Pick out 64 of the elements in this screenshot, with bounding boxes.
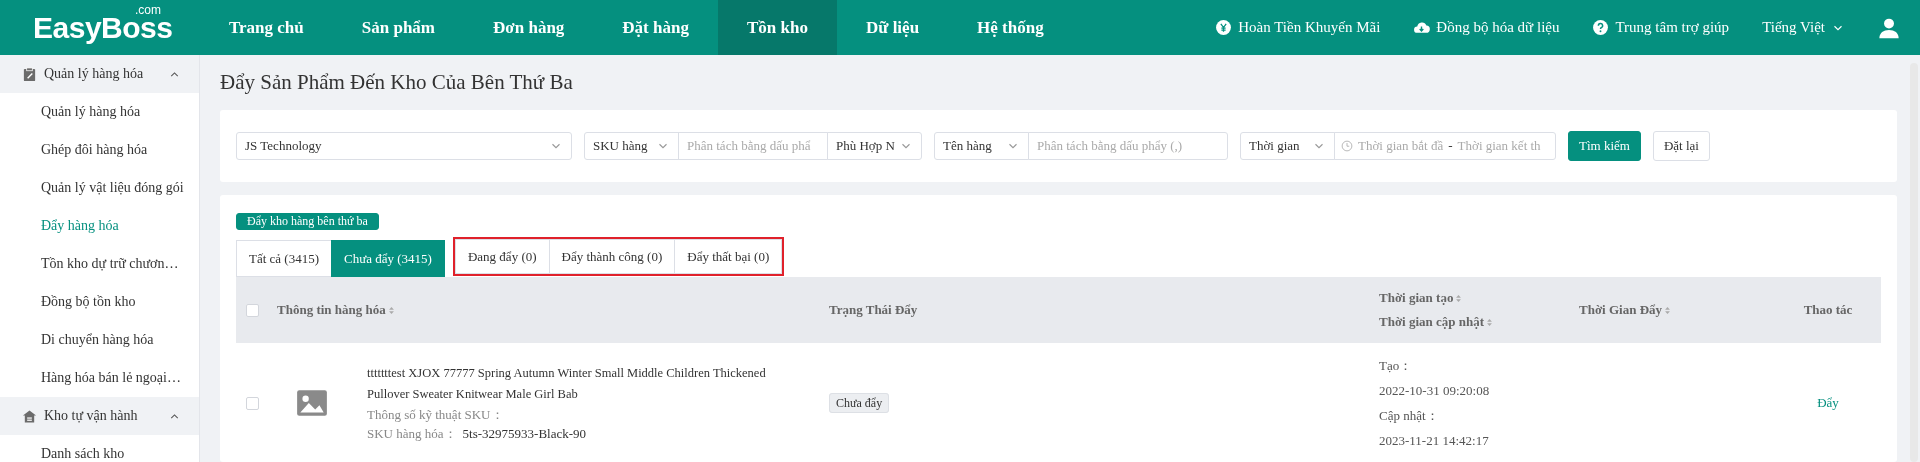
column-header: Thời Gian Đẩy [1579, 302, 1663, 318]
sidebar-group[interactable]: Kho tự vận hành [0, 397, 199, 435]
nav-tab[interactable]: Dữ liệu [836, 0, 949, 55]
nav-tab[interactable]: Hệ thống [948, 0, 1073, 55]
date-range-field[interactable]: Thời gian bắt đầ - Thời gian kết th [1334, 132, 1556, 160]
nav-tab[interactable]: Trang chủ [200, 0, 333, 55]
help-icon [1592, 19, 1610, 36]
column-header: Thông tin hàng hóa [277, 302, 386, 318]
sku-value: 5ts-32975933-Black-90 [462, 426, 587, 441]
product-title: tttttttest XJOX 77777 Spring Autumn Winter Small Middle Children Thickened Pullover Sweater Knitwear Male Girl Bab [367, 365, 767, 403]
tab[interactable]: Tất cả (3415) [236, 240, 333, 277]
select-field[interactable]: JS Technology [236, 132, 572, 160]
status-tag: Chưa đẩy [829, 393, 890, 413]
cloud-download-icon [1413, 19, 1431, 36]
page-title: Đẩy Sản Phẩm Đến Kho Của Bên Thứ Ba [220, 69, 574, 96]
user-icon [1878, 16, 1900, 39]
select-field[interactable]: Tên hàng [934, 132, 1029, 160]
tab[interactable]: Chưa đẩy (3415) [331, 240, 445, 277]
nav-tab[interactable]: Sản phẩm [332, 0, 465, 55]
sidebar-item[interactable]: Đồng bộ tồn kho [0, 283, 199, 321]
updated-label: Cập nhật： [1379, 407, 1440, 425]
input-field[interactable]: Phân tách bằng dấu phẩ [678, 132, 828, 160]
nav-tab[interactable]: Đơn hàng [464, 0, 594, 55]
tab[interactable]: Đang đẩy (0) [454, 239, 550, 274]
push-link[interactable]: Đẩy [1817, 395, 1839, 410]
coin-icon [1215, 19, 1233, 36]
checkbox[interactable] [246, 396, 259, 410]
language-dropdown[interactable]: Tiếng Việt [1762, 19, 1845, 36]
updated-time: 2023-11-21 14:42:17 [1379, 432, 1490, 450]
header-link[interactable]: Đồng bộ hóa dữ liệu [1413, 19, 1560, 36]
column-header: Thời gian tạo [1379, 290, 1454, 306]
nav-tab[interactable]: Đặt hàng [593, 0, 718, 55]
nav-tab[interactable]: Tồn kho [717, 0, 837, 55]
tab[interactable]: Đẩy thành công (0) [548, 239, 676, 274]
sidebar-item[interactable]: Danh sách kho [0, 435, 199, 462]
sidebar-item[interactable]: Di chuyển hàng hóa [0, 321, 199, 359]
header-link[interactable]: Trung tâm trợ giúp [1592, 19, 1730, 36]
column-header: Trạng Thái Đẩy [829, 302, 918, 318]
tab[interactable]: Đẩy thất bại (0) [674, 239, 783, 274]
select-field[interactable]: Thời gian [1240, 132, 1335, 160]
input-field[interactable]: Phân tách bằng dấu phẩy (,) [1028, 132, 1228, 160]
select-field[interactable]: Phù Hợp N [827, 132, 922, 160]
sidebar-item[interactable]: Đẩy hàng hóa [0, 207, 199, 245]
reset-button[interactable]: Đặt lại [1652, 131, 1710, 161]
clipboard-icon [22, 66, 37, 82]
select-field[interactable]: SKU hàng [584, 132, 679, 160]
created-time: 2022-10-31 09:20:08 [1379, 382, 1491, 400]
sidebar-item[interactable]: Tồn kho dự trữ chươn… [0, 245, 199, 283]
sidebar-item[interactable]: Ghép đôi hàng hóa [0, 131, 199, 169]
clock-icon [1341, 140, 1353, 152]
sidebar-group[interactable]: Quản lý hàng hóa [0, 55, 199, 93]
created-label: Tạo： [1379, 357, 1414, 375]
column-header: Thời gian cập nhật [1379, 314, 1485, 330]
checkbox[interactable] [246, 303, 259, 317]
sidebar-item[interactable]: Quản lý vật liệu đóng gói [0, 169, 199, 207]
sku-label: SKU hàng hóa： [367, 426, 457, 441]
search-button[interactable]: Tìm kiếm [1568, 131, 1641, 161]
sidebar-item[interactable]: Hàng hóa bán lẻ ngoại… [0, 359, 199, 397]
header-link[interactable]: Hoàn Tiền Khuyến Mãi [1215, 19, 1381, 36]
push-button[interactable]: Đẩy kho hàng bên thứ ba [236, 213, 379, 230]
column-header: Thao tác [1803, 302, 1853, 318]
sidebar-item[interactable]: Quản lý hàng hóa [0, 93, 199, 131]
house-icon [22, 408, 37, 424]
spec-label: Thông số kỹ thuật SKU： [367, 406, 505, 424]
